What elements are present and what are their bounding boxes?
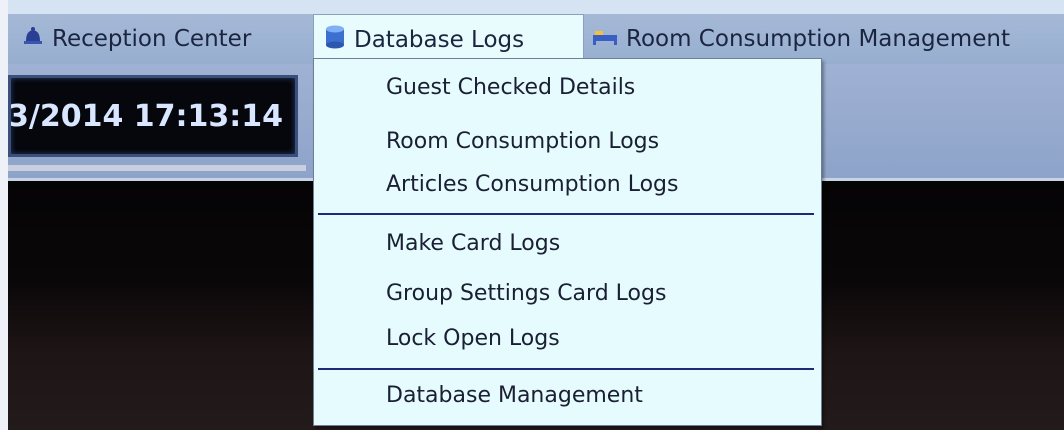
menu-room-consumption-management[interactable]: Room Consumption Management — [592, 14, 1010, 64]
menu-item-guest-checked-details[interactable]: Guest Checked Details — [386, 75, 635, 100]
menu-item-room-consumption-logs[interactable]: Room Consumption Logs — [386, 129, 659, 154]
menu-reception-center[interactable]: Reception Center — [22, 14, 251, 64]
menu-database-logs[interactable]: Database Logs — [313, 14, 584, 64]
menu-separator — [318, 368, 814, 370]
database-logs-dropdown: Guest Checked Details Room Consumption L… — [313, 58, 822, 426]
menu-item-articles-consumption-logs[interactable]: Articles Consumption Logs — [386, 172, 679, 197]
bell-icon — [22, 25, 44, 53]
window-frame-edge — [0, 0, 8, 430]
database-icon — [324, 24, 346, 56]
menu-item-make-card-logs[interactable]: Make Card Logs — [386, 231, 560, 256]
menu-item-group-settings-card-logs[interactable]: Group Settings Card Logs — [386, 281, 666, 306]
menu-bar: Reception Center Database Logs Room Cons… — [8, 14, 1064, 64]
clock-display: 3/2014 17:13:14 — [8, 75, 298, 157]
bed-icon — [592, 25, 618, 53]
menu-separator — [318, 213, 814, 215]
menu-label: Reception Center — [52, 26, 252, 52]
menu-item-lock-open-logs[interactable]: Lock Open Logs — [386, 326, 560, 351]
menu-label: Room Consumption Management — [626, 26, 1010, 52]
menu-item-database-management[interactable]: Database Management — [386, 383, 643, 408]
clock-underline — [8, 165, 306, 171]
menu-label: Database Logs — [354, 26, 525, 53]
